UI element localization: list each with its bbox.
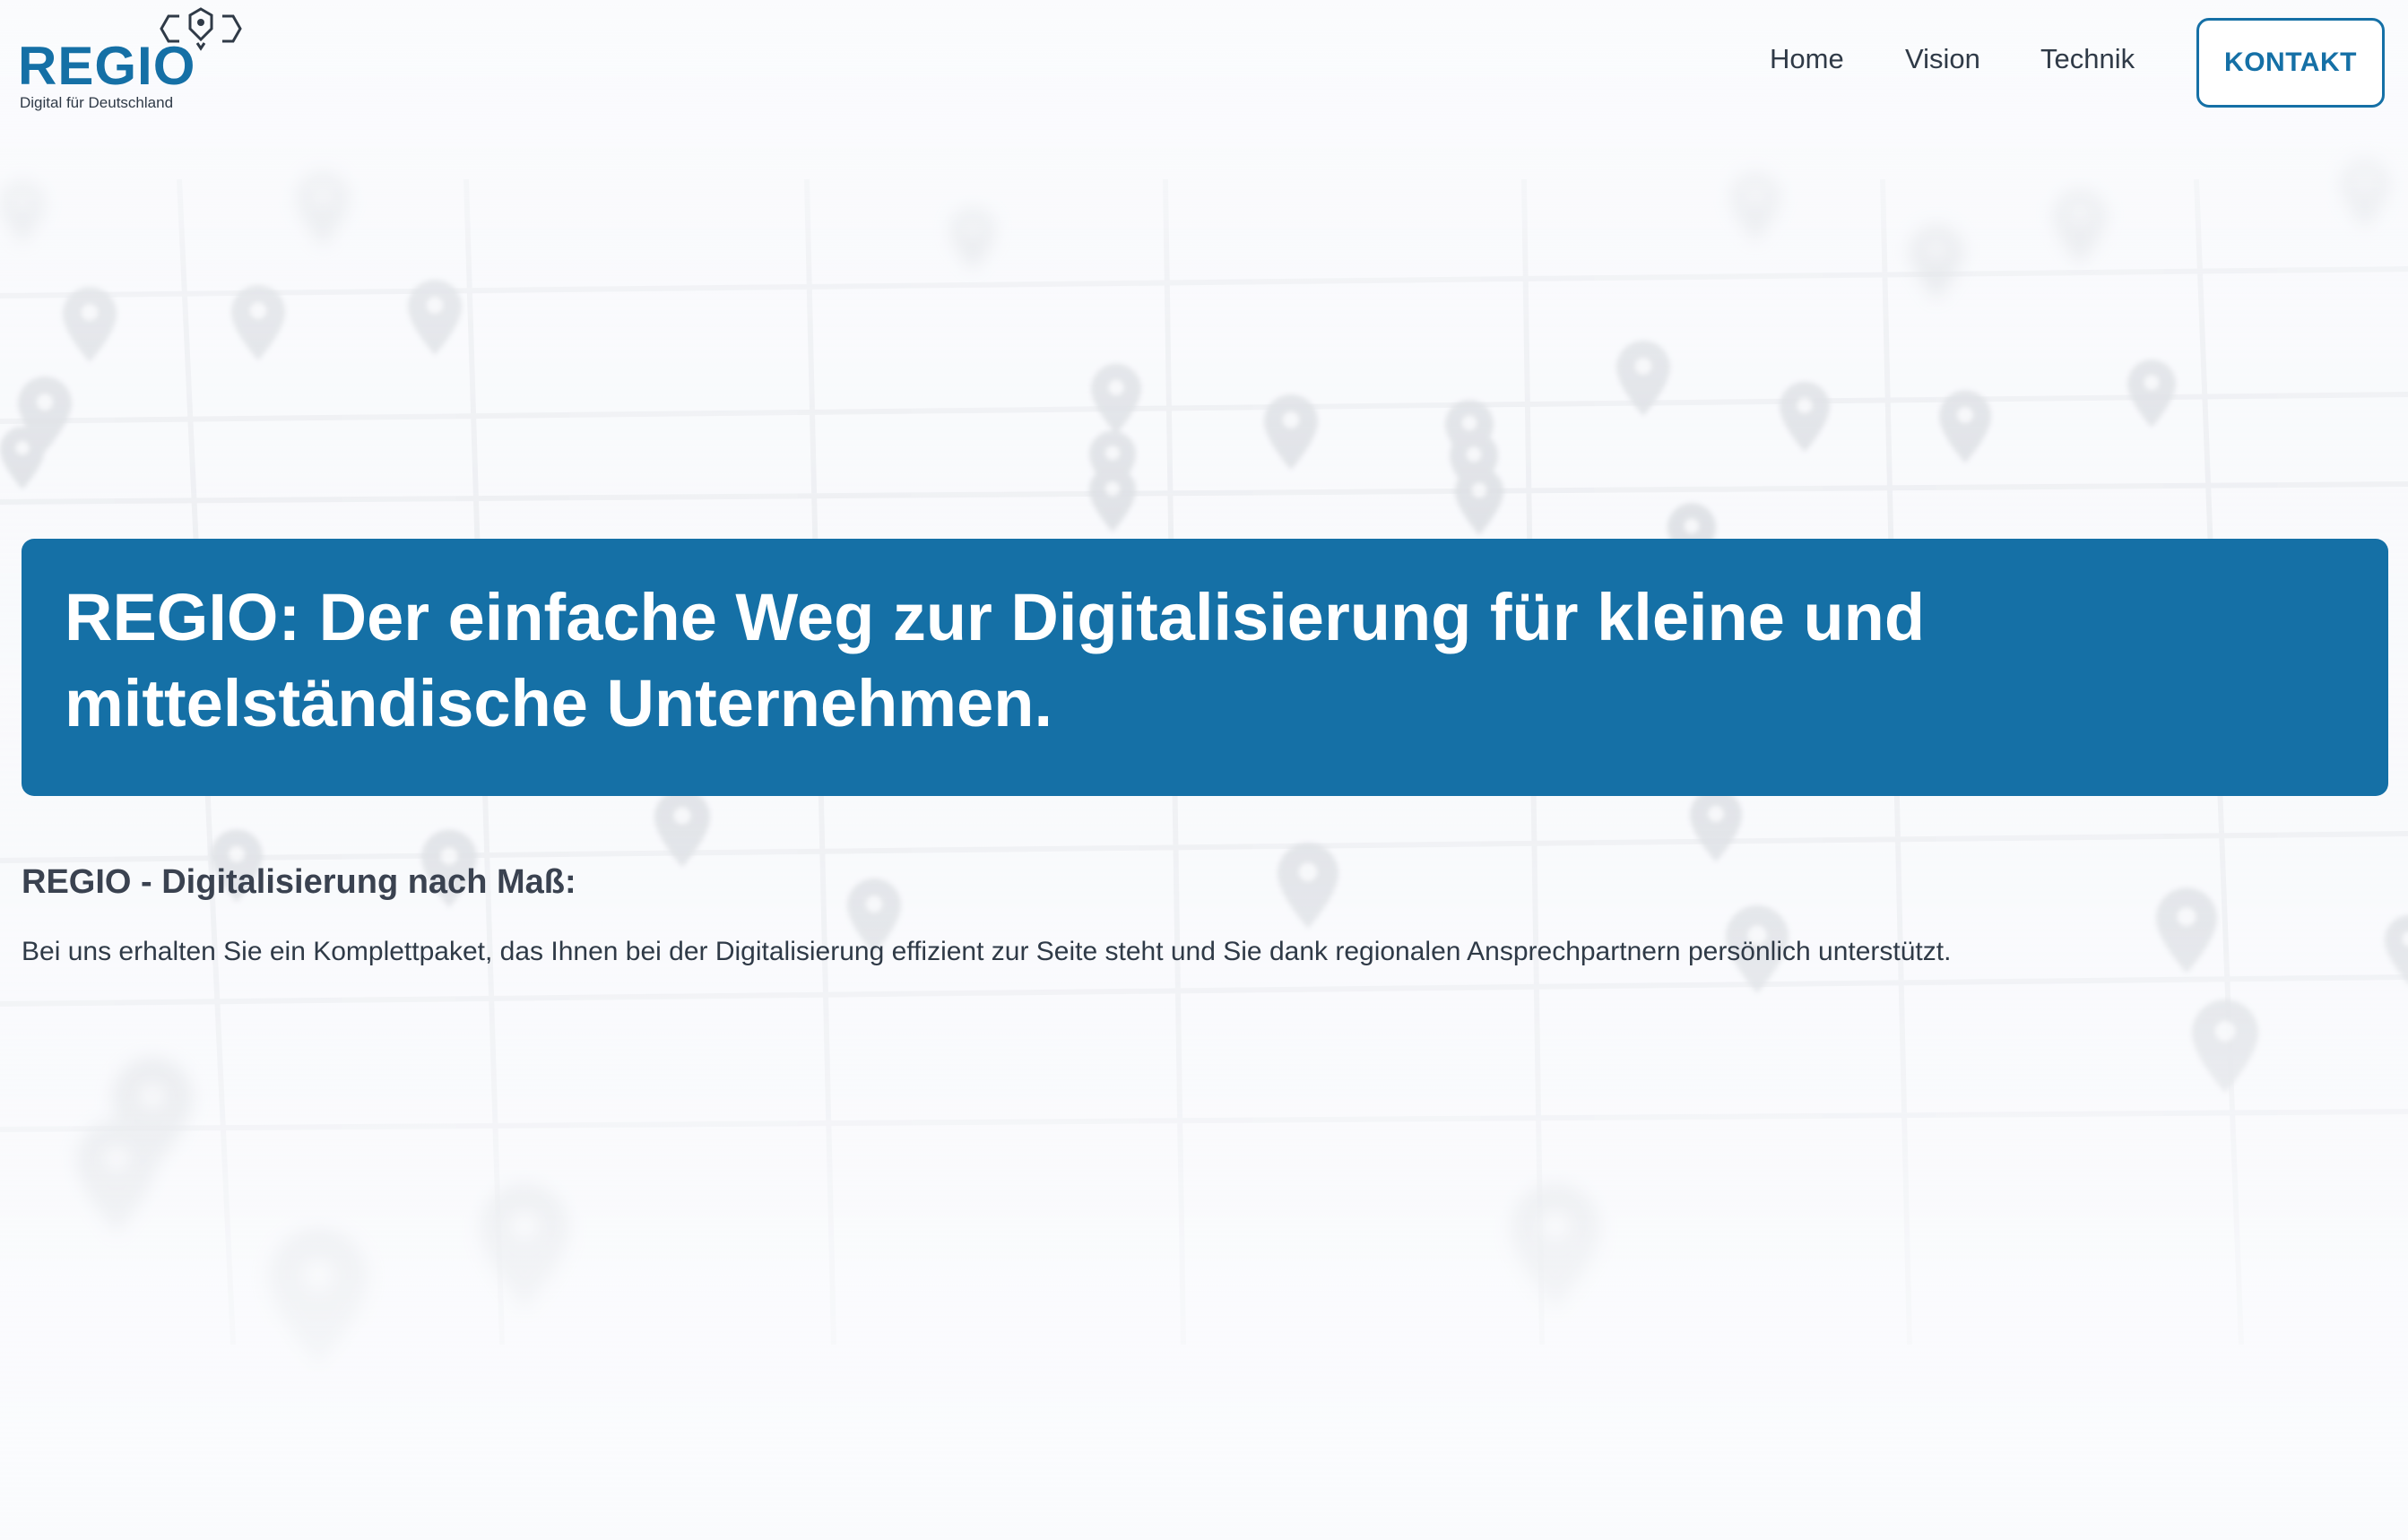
- intro-heading: REGIO - Digitalisierung nach Maß:: [22, 863, 576, 901]
- kontakt-button[interactable]: KONTAKT: [2196, 18, 2385, 108]
- site-header: REGIO Digital für Deutschland Home Visio…: [0, 0, 2408, 125]
- hero-banner: REGIO: Der einfache Weg zur Digitalisier…: [22, 539, 2388, 796]
- intro-description: Bei uns erhalten Sie ein Komplettpaket, …: [22, 936, 1952, 966]
- main-navigation: Home Vision Technik KONTAKT: [0, 0, 2408, 125]
- nav-link-technik[interactable]: Technik: [2040, 45, 2135, 73]
- nav-link-home[interactable]: Home: [1770, 45, 1844, 73]
- hero-title: REGIO: Der einfache Weg zur Digitalisier…: [65, 580, 1926, 740]
- nav-link-vision[interactable]: Vision: [1905, 45, 1980, 73]
- intro-section: REGIO - Digitalisierung nach Maß: Bei un…: [22, 862, 2352, 969]
